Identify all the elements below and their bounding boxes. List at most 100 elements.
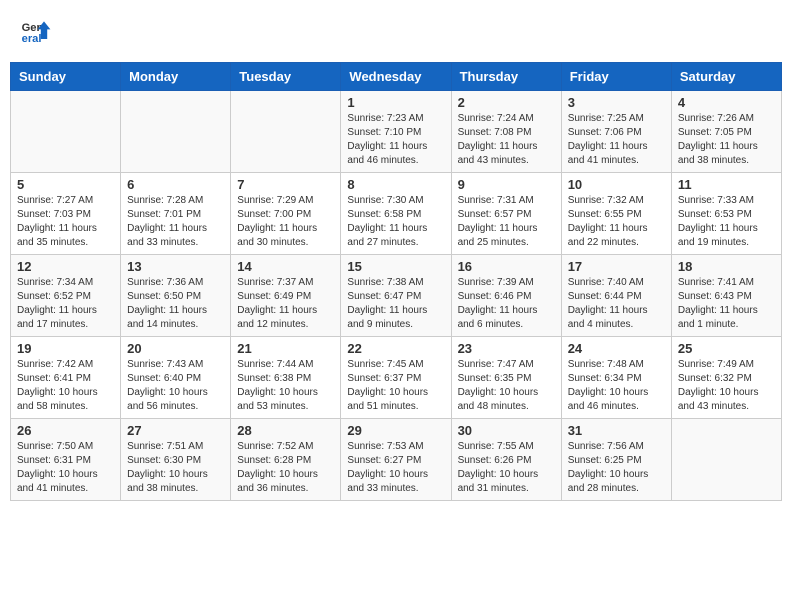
day-info: Sunrise: 7:33 AM Sunset: 6:53 PM Dayligh… <box>678 194 775 250</box>
calendar-table: SundayMondayTuesdayWednesdayThursdayFrid… <box>10 62 782 501</box>
calendar-cell: 25 Sunrise: 7:49 AM Sunset: 6:32 PM Dayli… <box>671 337 781 419</box>
calendar-cell <box>11 91 121 173</box>
day-info: Sunrise: 7:55 AM Sunset: 6:26 PM Dayligh… <box>458 440 555 496</box>
day-number: 4 <box>678 95 775 110</box>
calendar-cell: 29 Sunrise: 7:53 AM Sunset: 6:27 PM Dayli… <box>341 419 451 501</box>
day-header-monday: Monday <box>121 63 231 91</box>
day-number: 11 <box>678 177 775 192</box>
day-info: Sunrise: 7:44 AM Sunset: 6:38 PM Dayligh… <box>237 358 334 414</box>
day-number: 20 <box>127 341 224 356</box>
calendar-cell: 11 Sunrise: 7:33 AM Sunset: 6:53 PM Dayli… <box>671 173 781 255</box>
day-number: 23 <box>458 341 555 356</box>
day-info: Sunrise: 7:31 AM Sunset: 6:57 PM Dayligh… <box>458 194 555 250</box>
calendar-cell: 5 Sunrise: 7:27 AM Sunset: 7:03 PM Daylig… <box>11 173 121 255</box>
day-info: Sunrise: 7:38 AM Sunset: 6:47 PM Dayligh… <box>347 276 444 332</box>
calendar-cell: 14 Sunrise: 7:37 AM Sunset: 6:49 PM Dayli… <box>231 255 341 337</box>
svg-text:eral: eral <box>22 33 42 45</box>
day-info: Sunrise: 7:52 AM Sunset: 6:28 PM Dayligh… <box>237 440 334 496</box>
day-number: 1 <box>347 95 444 110</box>
calendar-cell: 4Sunrise: 7:26 AM Sunset: 7:05 PM Daylig… <box>671 91 781 173</box>
calendar-cell <box>121 91 231 173</box>
day-info: Sunrise: 7:48 AM Sunset: 6:34 PM Dayligh… <box>568 358 665 414</box>
day-header-wednesday: Wednesday <box>341 63 451 91</box>
calendar-cell: 23 Sunrise: 7:47 AM Sunset: 6:35 PM Dayli… <box>451 337 561 419</box>
day-number: 2 <box>458 95 555 110</box>
day-number: 29 <box>347 423 444 438</box>
day-number: 7 <box>237 177 334 192</box>
day-number: 3 <box>568 95 665 110</box>
day-number: 16 <box>458 259 555 274</box>
day-number: 28 <box>237 423 334 438</box>
day-info: Sunrise: 7:43 AM Sunset: 6:40 PM Dayligh… <box>127 358 224 414</box>
calendar-cell: 10 Sunrise: 7:32 AM Sunset: 6:55 PM Dayli… <box>561 173 671 255</box>
day-info: Sunrise: 7:51 AM Sunset: 6:30 PM Dayligh… <box>127 440 224 496</box>
day-number: 6 <box>127 177 224 192</box>
day-info: Sunrise: 7:53 AM Sunset: 6:27 PM Dayligh… <box>347 440 444 496</box>
calendar-week-row: 19 Sunrise: 7:42 AM Sunset: 6:41 PM Dayli… <box>11 337 782 419</box>
calendar-cell: 24 Sunrise: 7:48 AM Sunset: 6:34 PM Dayli… <box>561 337 671 419</box>
day-number: 14 <box>237 259 334 274</box>
calendar-cell <box>231 91 341 173</box>
calendar-cell: 18Sunrise: 7:41 AM Sunset: 6:43 PM Dayli… <box>671 255 781 337</box>
day-number: 9 <box>458 177 555 192</box>
day-number: 5 <box>17 177 114 192</box>
calendar-cell: 28 Sunrise: 7:52 AM Sunset: 6:28 PM Dayli… <box>231 419 341 501</box>
calendar-cell: 26 Sunrise: 7:50 AM Sunset: 6:31 PM Dayli… <box>11 419 121 501</box>
calendar-cell: 7 Sunrise: 7:29 AM Sunset: 7:00 PM Daylig… <box>231 173 341 255</box>
day-number: 22 <box>347 341 444 356</box>
day-number: 27 <box>127 423 224 438</box>
calendar-cell: 9 Sunrise: 7:31 AM Sunset: 6:57 PM Daylig… <box>451 173 561 255</box>
day-number: 10 <box>568 177 665 192</box>
day-info: Sunrise: 7:25 AM Sunset: 7:06 PM Dayligh… <box>568 112 665 168</box>
day-number: 15 <box>347 259 444 274</box>
calendar-cell: 1 Sunrise: 7:23 AM Sunset: 7:10 PM Daylig… <box>341 91 451 173</box>
day-header-friday: Friday <box>561 63 671 91</box>
calendar-header-row: SundayMondayTuesdayWednesdayThursdayFrid… <box>11 63 782 91</box>
day-info: Sunrise: 7:30 AM Sunset: 6:58 PM Dayligh… <box>347 194 444 250</box>
day-info: Sunrise: 7:29 AM Sunset: 7:00 PM Dayligh… <box>237 194 334 250</box>
calendar-cell: 3 Sunrise: 7:25 AM Sunset: 7:06 PM Daylig… <box>561 91 671 173</box>
day-number: 17 <box>568 259 665 274</box>
day-info: Sunrise: 7:34 AM Sunset: 6:52 PM Dayligh… <box>17 276 114 332</box>
calendar-cell: 20 Sunrise: 7:43 AM Sunset: 6:40 PM Dayli… <box>121 337 231 419</box>
calendar-cell: 6 Sunrise: 7:28 AM Sunset: 7:01 PM Daylig… <box>121 173 231 255</box>
day-number: 26 <box>17 423 114 438</box>
day-info: Sunrise: 7:24 AM Sunset: 7:08 PM Dayligh… <box>458 112 555 168</box>
day-number: 21 <box>237 341 334 356</box>
day-number: 8 <box>347 177 444 192</box>
calendar-cell: 30Sunrise: 7:55 AM Sunset: 6:26 PM Dayli… <box>451 419 561 501</box>
calendar-cell: 16 Sunrise: 7:39 AM Sunset: 6:46 PM Dayli… <box>451 255 561 337</box>
day-number: 24 <box>568 341 665 356</box>
calendar-cell: 12 Sunrise: 7:34 AM Sunset: 6:52 PM Dayli… <box>11 255 121 337</box>
day-info: Sunrise: 7:40 AM Sunset: 6:44 PM Dayligh… <box>568 276 665 332</box>
logo: Gen eral <box>20 15 56 47</box>
calendar-cell: 27 Sunrise: 7:51 AM Sunset: 6:30 PM Dayli… <box>121 419 231 501</box>
calendar-cell: 17 Sunrise: 7:40 AM Sunset: 6:44 PM Dayli… <box>561 255 671 337</box>
calendar-cell: 22Sunrise: 7:45 AM Sunset: 6:37 PM Dayli… <box>341 337 451 419</box>
day-info: Sunrise: 7:49 AM Sunset: 6:32 PM Dayligh… <box>678 358 775 414</box>
day-header-tuesday: Tuesday <box>231 63 341 91</box>
day-number: 19 <box>17 341 114 356</box>
day-info: Sunrise: 7:32 AM Sunset: 6:55 PM Dayligh… <box>568 194 665 250</box>
day-info: Sunrise: 7:42 AM Sunset: 6:41 PM Dayligh… <box>17 358 114 414</box>
calendar-week-row: 12 Sunrise: 7:34 AM Sunset: 6:52 PM Dayli… <box>11 255 782 337</box>
calendar-cell: 19 Sunrise: 7:42 AM Sunset: 6:41 PM Dayli… <box>11 337 121 419</box>
day-info: Sunrise: 7:39 AM Sunset: 6:46 PM Dayligh… <box>458 276 555 332</box>
day-info: Sunrise: 7:50 AM Sunset: 6:31 PM Dayligh… <box>17 440 114 496</box>
day-info: Sunrise: 7:28 AM Sunset: 7:01 PM Dayligh… <box>127 194 224 250</box>
calendar-week-row: 26 Sunrise: 7:50 AM Sunset: 6:31 PM Dayli… <box>11 419 782 501</box>
day-info: Sunrise: 7:37 AM Sunset: 6:49 PM Dayligh… <box>237 276 334 332</box>
calendar-cell: 8 Sunrise: 7:30 AM Sunset: 6:58 PM Daylig… <box>341 173 451 255</box>
calendar-cell: 2 Sunrise: 7:24 AM Sunset: 7:08 PM Daylig… <box>451 91 561 173</box>
calendar-week-row: 5 Sunrise: 7:27 AM Sunset: 7:03 PM Daylig… <box>11 173 782 255</box>
day-number: 25 <box>678 341 775 356</box>
day-info: Sunrise: 7:27 AM Sunset: 7:03 PM Dayligh… <box>17 194 114 250</box>
day-info: Sunrise: 7:36 AM Sunset: 6:50 PM Dayligh… <box>127 276 224 332</box>
calendar-cell: 13 Sunrise: 7:36 AM Sunset: 6:50 PM Dayli… <box>121 255 231 337</box>
day-number: 13 <box>127 259 224 274</box>
day-info: Sunrise: 7:47 AM Sunset: 6:35 PM Dayligh… <box>458 358 555 414</box>
day-info: Sunrise: 7:23 AM Sunset: 7:10 PM Dayligh… <box>347 112 444 168</box>
day-header-saturday: Saturday <box>671 63 781 91</box>
day-number: 12 <box>17 259 114 274</box>
day-header-thursday: Thursday <box>451 63 561 91</box>
